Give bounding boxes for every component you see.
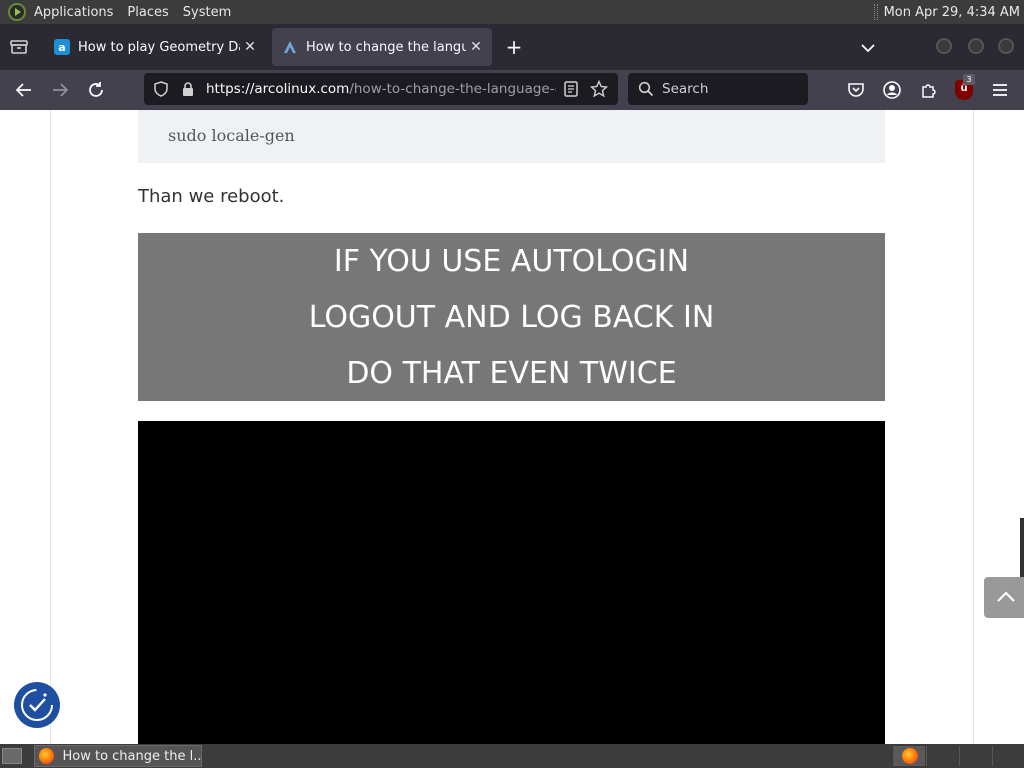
menu-system[interactable]: System [183, 5, 231, 20]
hamburger-menu-icon[interactable] [989, 79, 1011, 101]
menu-applications[interactable]: Applications [34, 5, 113, 20]
favicon-a-icon: a [54, 39, 70, 55]
reader-view-icon[interactable] [562, 80, 580, 98]
pocket-icon[interactable] [845, 79, 867, 101]
search-bar[interactable]: Search [628, 73, 808, 105]
firefox-icon [902, 748, 918, 764]
workspace-3[interactable] [959, 746, 991, 766]
taskbar-window-title: How to change the l... [62, 748, 201, 764]
workspace-2[interactable] [926, 746, 958, 766]
shield-icon[interactable] [152, 80, 170, 98]
tab-geometry-dash[interactable]: a How to play Geometry Dash ✕ [44, 28, 266, 66]
scrollbar-thumb[interactable] [1020, 518, 1024, 578]
account-icon[interactable] [881, 79, 903, 101]
tab-change-language[interactable]: How to change the language ✕ [272, 28, 492, 66]
arcolinux-logo-icon [282, 39, 298, 55]
workspace-4[interactable] [992, 746, 1024, 766]
url-path: /how-to-change-the-language-of- [349, 81, 556, 97]
close-window-button[interactable] [998, 38, 1014, 54]
bookmark-star-icon[interactable] [589, 79, 609, 98]
minimize-window-button[interactable] [936, 38, 952, 54]
tab-list-icon[interactable] [8, 36, 30, 58]
menu-places[interactable]: Places [127, 5, 168, 20]
back-arrow-icon[interactable] [13, 79, 35, 101]
close-icon[interactable]: ✕ [240, 39, 260, 55]
forward-arrow-icon[interactable] [49, 79, 71, 101]
autologin-notice-box: IF YOU USE AUTOLOGIN LOGOUT AND LOG BACK… [138, 233, 885, 401]
tab-title: How to play Geometry Dash [78, 39, 240, 55]
accessibility-widget-button[interactable] [14, 682, 60, 728]
new-tab-icon[interactable]: + [503, 37, 525, 59]
clock[interactable]: Mon Apr 29, 4:34 AM [884, 5, 1020, 20]
paragraph-text: Than we reboot. [138, 186, 285, 207]
search-placeholder: Search [662, 81, 709, 97]
chevron-down-icon[interactable] [858, 38, 878, 58]
system-panel: Applications Places System Mon Apr 29, 4… [0, 0, 1024, 24]
lock-icon[interactable] [180, 81, 196, 97]
embedded-video-player[interactable] [138, 421, 885, 744]
workspace-1[interactable] [893, 746, 925, 766]
show-desktop-icon[interactable] [2, 748, 22, 764]
url-text[interactable]: https://arcolinux.com/how-to-change-the-… [206, 81, 556, 97]
notice-line-3: DO THAT EVEN TWICE [346, 356, 677, 391]
firefox-icon [39, 748, 55, 764]
navigation-toolbar: https://arcolinux.com/how-to-change-the-… [0, 70, 1024, 110]
ublock-count-badge: 3 [963, 74, 975, 85]
reload-icon[interactable] [85, 79, 107, 101]
extensions-puzzle-icon[interactable] [918, 79, 940, 101]
code-text: sudo locale-gen [168, 126, 295, 145]
search-icon [638, 81, 654, 97]
tab-title: How to change the language [306, 39, 466, 55]
url-bar[interactable]: https://arcolinux.com/how-to-change-the-… [144, 73, 618, 105]
close-icon[interactable]: ✕ [466, 39, 486, 55]
page-content[interactable]: sudo locale-gen Than we reboot. IF YOU U… [0, 110, 1024, 744]
tab-strip: a How to play Geometry Dash ✕ How to cha… [0, 24, 1024, 70]
code-block: sudo locale-gen [138, 110, 885, 163]
scroll-to-top-button[interactable] [984, 577, 1024, 618]
url-domain: https://arcolinux.com [206, 81, 350, 97]
maximize-window-button[interactable] [968, 38, 984, 54]
panel-separator [873, 4, 878, 20]
notice-line-1: IF YOU USE AUTOLOGIN [333, 244, 690, 279]
taskbar-window-firefox[interactable]: How to change the l... [34, 745, 202, 767]
notice-line-2: LOGOUT AND LOG BACK IN [308, 300, 715, 335]
bottom-taskbar: How to change the l... [0, 744, 1024, 768]
distro-logo-icon[interactable] [8, 3, 26, 21]
